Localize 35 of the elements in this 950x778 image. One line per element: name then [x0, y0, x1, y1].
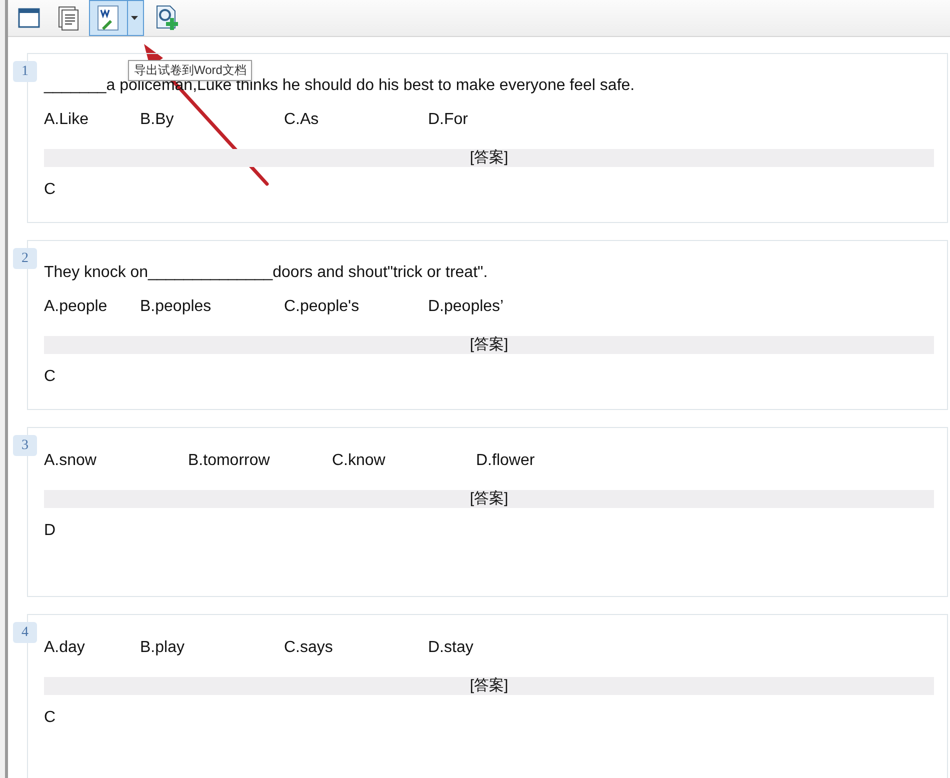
answer-option: C.people's: [284, 295, 428, 319]
caret-icon: [131, 16, 138, 20]
answer-option: B.play: [140, 636, 284, 660]
document-icon: [56, 5, 80, 31]
answer-text: C: [44, 708, 57, 728]
answer-header: [答案]: [44, 336, 934, 354]
answer-option: A.snow: [44, 449, 188, 473]
answer-header: [答案]: [44, 149, 934, 167]
answer-option: D.flower: [476, 449, 620, 473]
answer-option: D.stay: [428, 636, 572, 660]
toolbar-button[interactable]: [89, 0, 144, 36]
question-number: 4: [13, 622, 37, 643]
answer-option: B.By: [140, 108, 284, 132]
tooltip: 导出试卷到Word文档: [128, 60, 252, 81]
answer-option: A.day: [44, 636, 140, 660]
answer-option: A.Like: [44, 108, 140, 132]
answer-option: C.says: [284, 636, 428, 660]
answer-option: B.tomorrow: [188, 449, 332, 473]
answer-option: B.peoples: [140, 295, 284, 319]
question-text: They knock on______________doors and shout"trick or treat".: [44, 263, 489, 283]
answer-option: A.people: [44, 295, 140, 319]
window-icon: [17, 6, 41, 30]
question-number: 1: [13, 61, 37, 82]
answer-option: D.peoples’: [428, 295, 572, 319]
answer-text: D: [44, 521, 57, 541]
question-number: 3: [13, 435, 37, 456]
answer-text: C: [44, 367, 57, 387]
question-number: 2: [13, 248, 37, 269]
answer-header: [答案]: [44, 677, 934, 695]
answer-option: D.For: [428, 108, 572, 132]
answer-option: C.As: [284, 108, 428, 132]
answer-text: C: [44, 180, 57, 200]
answer-header: [答案]: [44, 490, 934, 508]
answer-option: C.know: [332, 449, 476, 473]
word-document-icon: [95, 4, 121, 32]
